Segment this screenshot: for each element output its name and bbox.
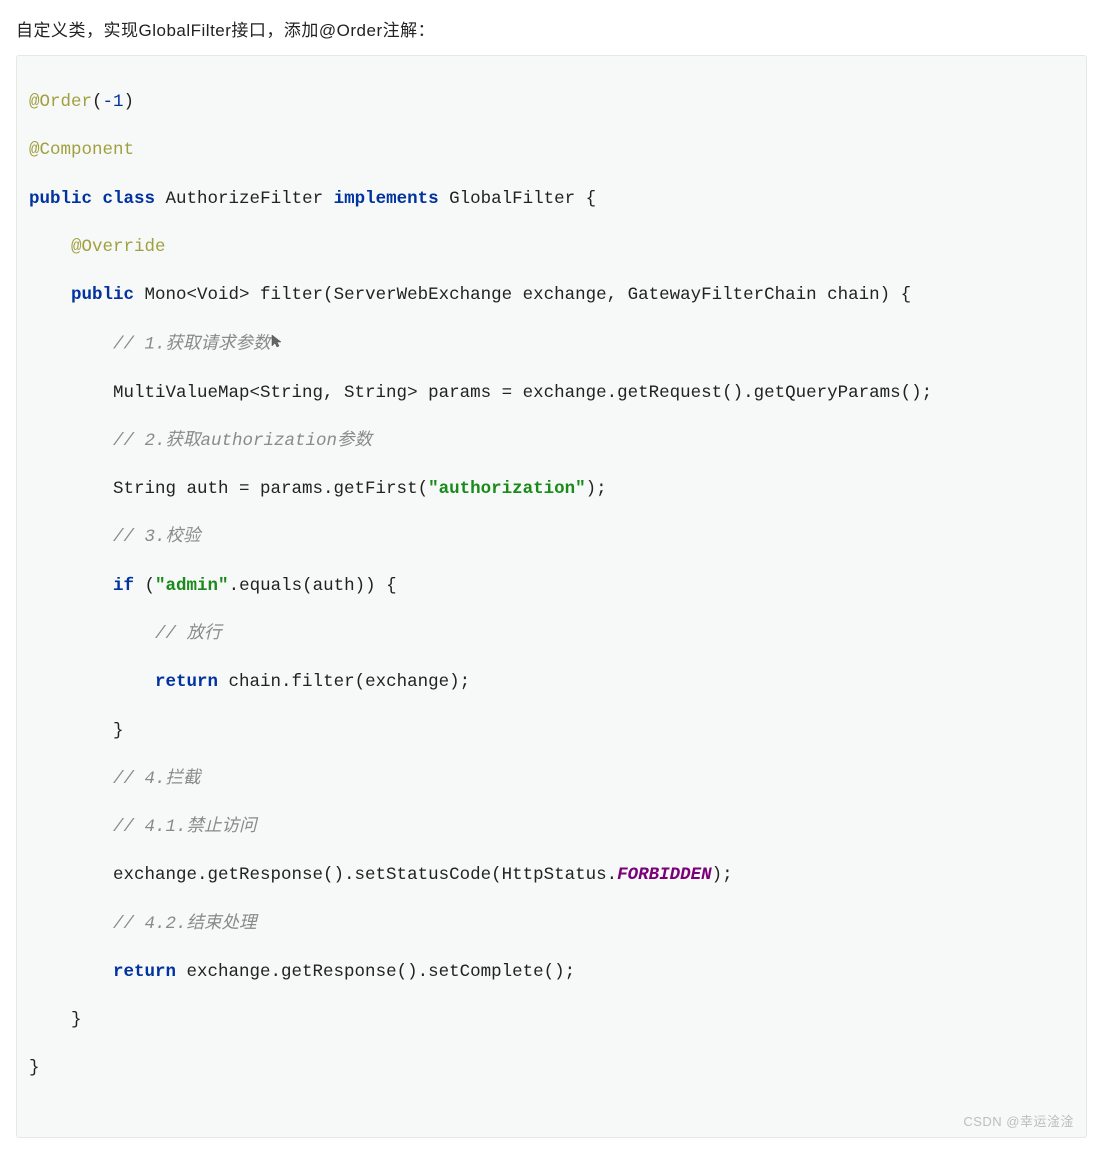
code-line-4: @Override <box>29 235 1074 259</box>
const-forbidden: FORBIDDEN <box>617 865 712 885</box>
comment-3: // 3.校验 <box>113 527 201 547</box>
code-line-3: public class AuthorizeFilter implements … <box>29 187 1074 211</box>
indent <box>29 817 113 837</box>
keyword-implements: implements <box>334 189 439 209</box>
code-line-12: // 放行 <box>29 622 1074 646</box>
method-sig: Mono<Void> filter(ServerWebExchange exch… <box>134 285 911 305</box>
indent <box>29 576 113 596</box>
order-value: -1 <box>103 92 124 112</box>
code-line-1: @Order(-1) <box>29 90 1074 114</box>
keyword-class: class <box>103 189 156 209</box>
comment-42: // 4.2.结束处理 <box>113 914 257 934</box>
annotation-order: @Order <box>29 92 92 112</box>
code-line-17: exchange.getResponse().setStatusCode(Htt… <box>29 863 1074 887</box>
string-authorization: "authorization" <box>428 479 586 499</box>
indent <box>29 285 71 305</box>
indent <box>29 962 113 982</box>
implements-name: GlobalFilter { <box>439 189 597 209</box>
code-line-9: String auth = params.getFirst("authoriza… <box>29 477 1074 501</box>
description-text: 自定义类，实现GlobalFilter接口，添加@Order注解： <box>16 16 1087 41</box>
comment-1: // 1.获取请求参数 <box>113 334 271 354</box>
indent <box>29 479 113 499</box>
annotation-component: @Component <box>29 140 134 160</box>
comment-2: // 2.获取authorization参数 <box>113 431 372 451</box>
paren-open: ( <box>92 92 103 112</box>
brace-close: } <box>71 1010 82 1030</box>
indent <box>29 334 113 354</box>
stmt-params: MultiValueMap<String, String> params = e… <box>113 383 932 403</box>
if-a: ( <box>134 576 155 596</box>
code-line-18: // 4.2.结束处理 <box>29 912 1074 936</box>
code-line-8: // 2.获取authorization参数 <box>29 429 1074 453</box>
indent <box>29 769 113 789</box>
keyword-public: public <box>29 189 92 209</box>
code-block: @Order(-1) @Component public class Autho… <box>16 55 1087 1138</box>
indent <box>29 865 113 885</box>
return-complete: exchange.getResponse().setComplete(); <box>176 962 575 982</box>
code-line-16: // 4.1.禁止访问 <box>29 815 1074 839</box>
code-line-11: if ("admin".equals(auth)) { <box>29 574 1074 598</box>
cursor-icon <box>271 332 283 356</box>
return-chain: chain.filter(exchange); <box>218 672 470 692</box>
code-line-7: MultiValueMap<String, String> params = e… <box>29 381 1074 405</box>
code-line-20: } <box>29 1008 1074 1032</box>
stmt-auth-b: ); <box>586 479 607 499</box>
keyword-return: return <box>113 962 176 982</box>
paren-close: ) <box>124 92 135 112</box>
code-line-10: // 3.校验 <box>29 525 1074 549</box>
annotation-override: @Override <box>71 237 166 257</box>
if-b: .equals(auth)) { <box>229 576 397 596</box>
keyword-if: if <box>113 576 134 596</box>
code-line-15: // 4.拦截 <box>29 767 1074 791</box>
keyword-public: public <box>71 285 134 305</box>
keyword-return: return <box>155 672 218 692</box>
string-admin: "admin" <box>155 576 229 596</box>
indent <box>29 527 113 547</box>
stmt-forbidden-b: ); <box>712 865 733 885</box>
indent <box>29 383 113 403</box>
brace-close: } <box>113 721 124 741</box>
indent <box>29 672 155 692</box>
code-line-6: // 1.获取请求参数 <box>29 332 1074 357</box>
indent <box>29 721 113 741</box>
indent <box>29 1010 71 1030</box>
code-line-21: } <box>29 1056 1074 1080</box>
code-line-2: @Component <box>29 138 1074 162</box>
code-line-14: } <box>29 719 1074 743</box>
comment-41: // 4.1.禁止访问 <box>113 817 257 837</box>
indent <box>29 237 71 257</box>
comment-pass: // 放行 <box>155 624 222 644</box>
comment-4: // 4.拦截 <box>113 769 201 789</box>
brace-close: } <box>29 1058 40 1078</box>
indent <box>29 914 113 934</box>
indent <box>29 624 155 644</box>
stmt-auth-a: String auth = params.getFirst( <box>113 479 428 499</box>
code-line-5: public Mono<Void> filter(ServerWebExchan… <box>29 283 1074 307</box>
watermark-text: CSDN @幸运淦淦 <box>963 1113 1074 1131</box>
stmt-forbidden-a: exchange.getResponse().setStatusCode(Htt… <box>113 865 617 885</box>
class-name: AuthorizeFilter <box>155 189 334 209</box>
code-line-13: return chain.filter(exchange); <box>29 670 1074 694</box>
code-line-19: return exchange.getResponse().setComplet… <box>29 960 1074 984</box>
indent <box>29 431 113 451</box>
